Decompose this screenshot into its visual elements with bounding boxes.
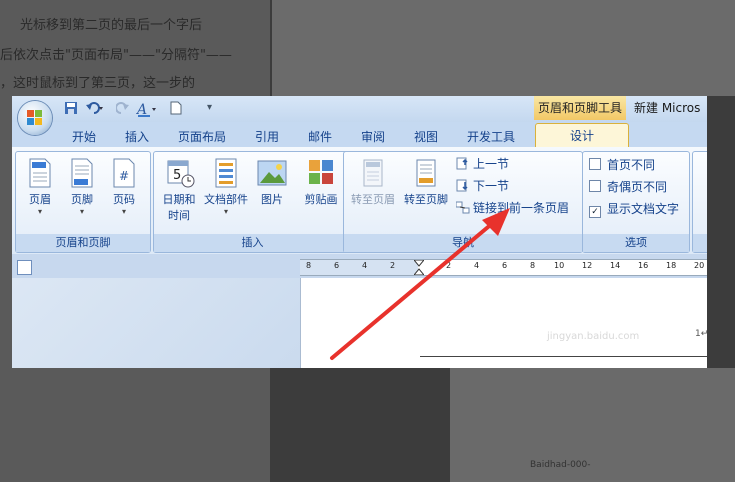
office-button[interactable] [18, 101, 52, 135]
office-logo-icon [27, 110, 43, 126]
background-footer-text: Baidhad-000- [530, 460, 591, 470]
word-window: 页眉和页脚工具 新建 Micros A ▾ 开始 插入 页面布局 引用 邮件 审… [12, 96, 707, 368]
background-line: 光标移到第二页的最后一个字后 [20, 18, 203, 33]
background-page-right [450, 368, 735, 482]
annotation-arrow-icon [330, 208, 510, 360]
background-line: 后依次点击"页面布局"——"分隔符"—— [0, 48, 232, 63]
background-page-lower [0, 368, 270, 482]
background-ribbon [272, 0, 735, 96]
background-line: ，这时鼠标到了第三页，这一步的 [0, 76, 196, 91]
